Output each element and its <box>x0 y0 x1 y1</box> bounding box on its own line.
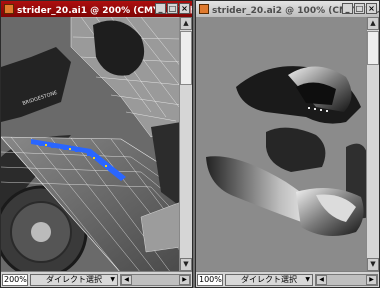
tool-status-dropdown[interactable]: ダイレクト選択 ▼ <box>225 273 313 286</box>
desktop: strider_20.ai1 @ 200% (CMYK/アウトライン) _ □ … <box>0 0 380 288</box>
vertical-scrollbar[interactable]: ▲ ▼ <box>366 17 379 271</box>
illustrator-doc-icon <box>4 4 14 14</box>
close-icon[interactable]: × <box>366 3 377 14</box>
scroll-left-icon[interactable]: ◀ <box>121 274 132 285</box>
maximize-icon[interactable]: □ <box>167 3 178 14</box>
document-window-preview[interactable]: strider_20.ai2 @ 100% (CMYK/プレビュー) _ □ × <box>195 0 380 288</box>
minimize-icon[interactable]: _ <box>342 3 353 14</box>
artboard-outline[interactable]: BRIDGESTONE <box>1 17 179 271</box>
scroll-up-icon[interactable]: ▲ <box>367 17 379 30</box>
status-bar: 100% ダイレクト選択 ▼ ◀ ▶ <box>196 271 379 287</box>
scroll-right-icon[interactable]: ▶ <box>366 274 377 285</box>
scroll-right-icon[interactable]: ▶ <box>179 274 190 285</box>
motorcycle-outline-artwork: BRIDGESTONE <box>1 17 179 271</box>
scroll-left-icon[interactable]: ◀ <box>316 274 327 285</box>
scroll-down-icon[interactable]: ▼ <box>180 258 192 271</box>
status-bar: 200% ダイレクト選択 ▼ ◀ ▶ <box>1 271 192 287</box>
scroll-down-icon[interactable]: ▼ <box>367 258 379 271</box>
scroll-up-icon[interactable]: ▲ <box>180 17 192 30</box>
zoom-field[interactable]: 100% <box>197 273 223 286</box>
close-icon[interactable]: × <box>179 3 190 14</box>
chevron-down-icon: ▼ <box>305 275 310 283</box>
vertical-scrollbar[interactable]: ▲ ▼ <box>179 17 192 271</box>
window-titlebar[interactable]: strider_20.ai2 @ 100% (CMYK/プレビュー) _ □ × <box>196 1 379 17</box>
scroll-thumb[interactable] <box>180 31 192 85</box>
maximize-icon[interactable]: □ <box>354 3 365 14</box>
tool-label: ダイレクト選択 <box>241 275 297 284</box>
document-window-outline[interactable]: strider_20.ai1 @ 200% (CMYK/アウトライン) _ □ … <box>0 0 193 288</box>
zoom-field[interactable]: 200% <box>2 273 28 286</box>
tool-label: ダイレクト選択 <box>46 275 102 284</box>
chevron-down-icon: ▼ <box>110 275 115 283</box>
scroll-thumb[interactable] <box>367 31 379 65</box>
motorcycle-preview-artwork <box>196 17 366 271</box>
artboard-preview[interactable] <box>196 17 366 271</box>
tool-status-dropdown[interactable]: ダイレクト選択 ▼ <box>30 273 118 286</box>
minimize-icon[interactable]: _ <box>155 3 166 14</box>
illustrator-doc-icon <box>199 4 209 14</box>
window-titlebar[interactable]: strider_20.ai1 @ 200% (CMYK/アウトライン) _ □ … <box>1 1 192 17</box>
horizontal-scrollbar[interactable]: ◀ ▶ <box>120 273 191 286</box>
horizontal-scrollbar[interactable]: ◀ ▶ <box>315 273 378 286</box>
